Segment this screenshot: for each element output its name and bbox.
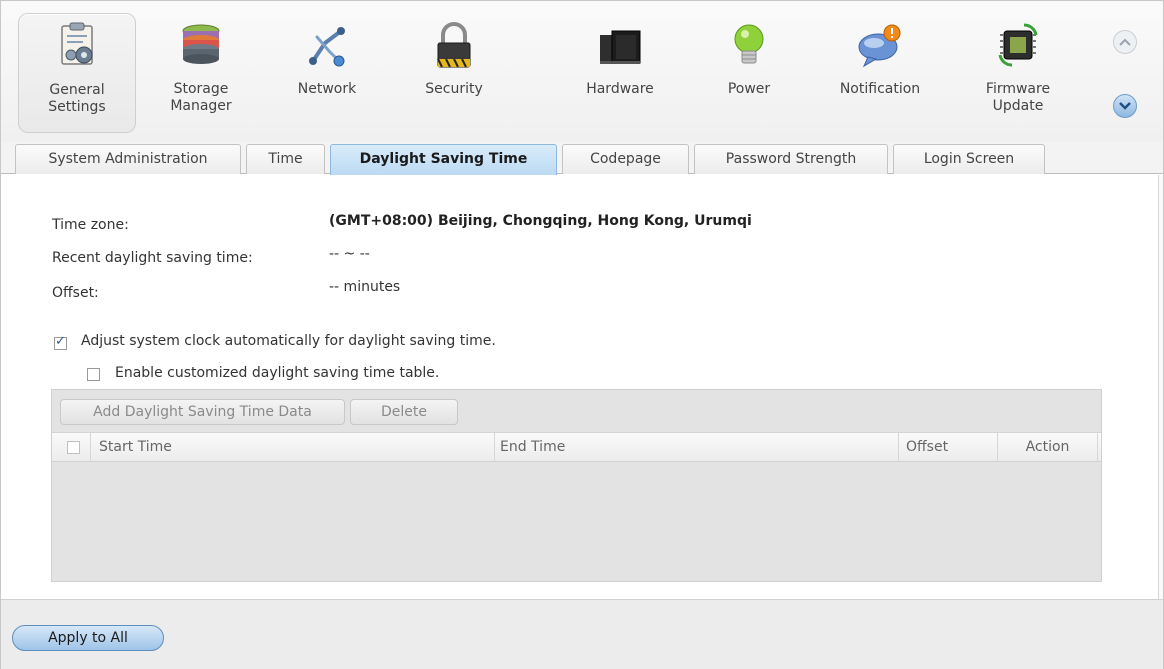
toolbar-label: Firmware Update xyxy=(985,81,1051,114)
timezone-value: (GMT+08:00) Beijing, Chongqing, Hong Kon… xyxy=(329,213,752,229)
toolbar-label: Network xyxy=(297,81,357,97)
network-icon xyxy=(303,21,351,71)
adjust-clock-checkbox[interactable] xyxy=(54,334,67,350)
tab-system-administration[interactable]: System Administration xyxy=(15,144,241,174)
delete-button[interactable]: Delete xyxy=(350,399,458,425)
recent-dst-value: -- ~ -- xyxy=(329,246,370,262)
toolbar-scroll-down-button[interactable] xyxy=(1113,94,1137,118)
toolbar-label: General Settings xyxy=(48,82,106,115)
tab-password-strength[interactable]: Password Strength xyxy=(694,144,888,174)
toolbar-firmware-update[interactable]: Firmware Update xyxy=(959,13,1077,133)
toolbar-hardware[interactable]: Hardware xyxy=(561,13,679,133)
offset-value: -- minutes xyxy=(329,279,401,295)
toolbar-label: Hardware xyxy=(586,81,654,97)
tab-time[interactable]: Time xyxy=(246,144,325,174)
chevron-down-icon xyxy=(1119,102,1131,110)
daylight-saving-panel: Time zone: (GMT+08:00) Beijing, Chongqin… xyxy=(1,175,1163,599)
lightbulb-icon xyxy=(725,21,773,71)
notification-icon xyxy=(856,21,904,71)
adjust-clock-label: Adjust system clock automatically for da… xyxy=(81,333,496,349)
toolbar-network[interactable]: Network xyxy=(268,13,386,133)
toolbar-storage-manager[interactable]: Storage Manager xyxy=(142,13,260,133)
toolbar-notification[interactable]: Notification xyxy=(821,13,939,133)
app-window: General Settings Storage Manager Network… xyxy=(0,0,1164,669)
toolbar-security[interactable]: Security xyxy=(395,13,513,133)
settings-tab-bar: System Administration Time Daylight Savi… xyxy=(1,142,1163,175)
category-toolbar: General Settings Storage Manager Network… xyxy=(1,1,1163,142)
column-action[interactable]: Action xyxy=(998,433,1098,462)
firmware-update-icon xyxy=(994,21,1042,71)
table-header: Start Time End Time Offset Action xyxy=(52,432,1101,462)
timezone-label: Time zone: xyxy=(52,217,129,233)
custom-table-checkbox[interactable] xyxy=(87,368,100,381)
recent-dst-label: Recent daylight saving time: xyxy=(52,250,253,266)
toolbar-scroll-up-button[interactable] xyxy=(1113,30,1137,54)
tab-daylight-saving-time[interactable]: Daylight Saving Time xyxy=(330,144,557,175)
general-settings-icon xyxy=(53,22,101,72)
footer-bar: Apply to All xyxy=(1,599,1163,669)
dst-table: Add Daylight Saving Time Data Delete Sta… xyxy=(51,389,1102,582)
chevron-up-icon xyxy=(1119,38,1131,46)
tab-codepage[interactable]: Codepage xyxy=(562,144,689,174)
content-scrollbar[interactable] xyxy=(1158,175,1163,599)
lock-icon xyxy=(430,21,478,71)
storage-manager-icon xyxy=(177,21,225,71)
table-body xyxy=(52,463,1101,581)
toolbar-power[interactable]: Power xyxy=(690,13,808,133)
hardware-icon xyxy=(596,21,644,71)
column-start-time[interactable]: Start Time xyxy=(90,433,495,462)
toolbar-label: Power xyxy=(727,81,771,97)
offset-label: Offset: xyxy=(52,285,99,301)
custom-table-label: Enable customized daylight saving time t… xyxy=(115,365,440,381)
column-offset[interactable]: Offset xyxy=(899,433,998,462)
toolbar-general-settings[interactable]: General Settings xyxy=(18,13,136,133)
column-end-time[interactable]: End Time xyxy=(495,433,899,462)
tab-login-screen[interactable]: Login Screen xyxy=(893,144,1045,174)
toolbar-label: Notification xyxy=(839,81,921,97)
toolbar-label: Security xyxy=(425,81,483,97)
select-all-checkbox[interactable] xyxy=(67,441,80,454)
add-dst-data-button[interactable]: Add Daylight Saving Time Data xyxy=(60,399,345,425)
toolbar-label: Storage Manager xyxy=(170,81,232,114)
apply-to-all-button[interactable]: Apply to All xyxy=(12,625,164,651)
